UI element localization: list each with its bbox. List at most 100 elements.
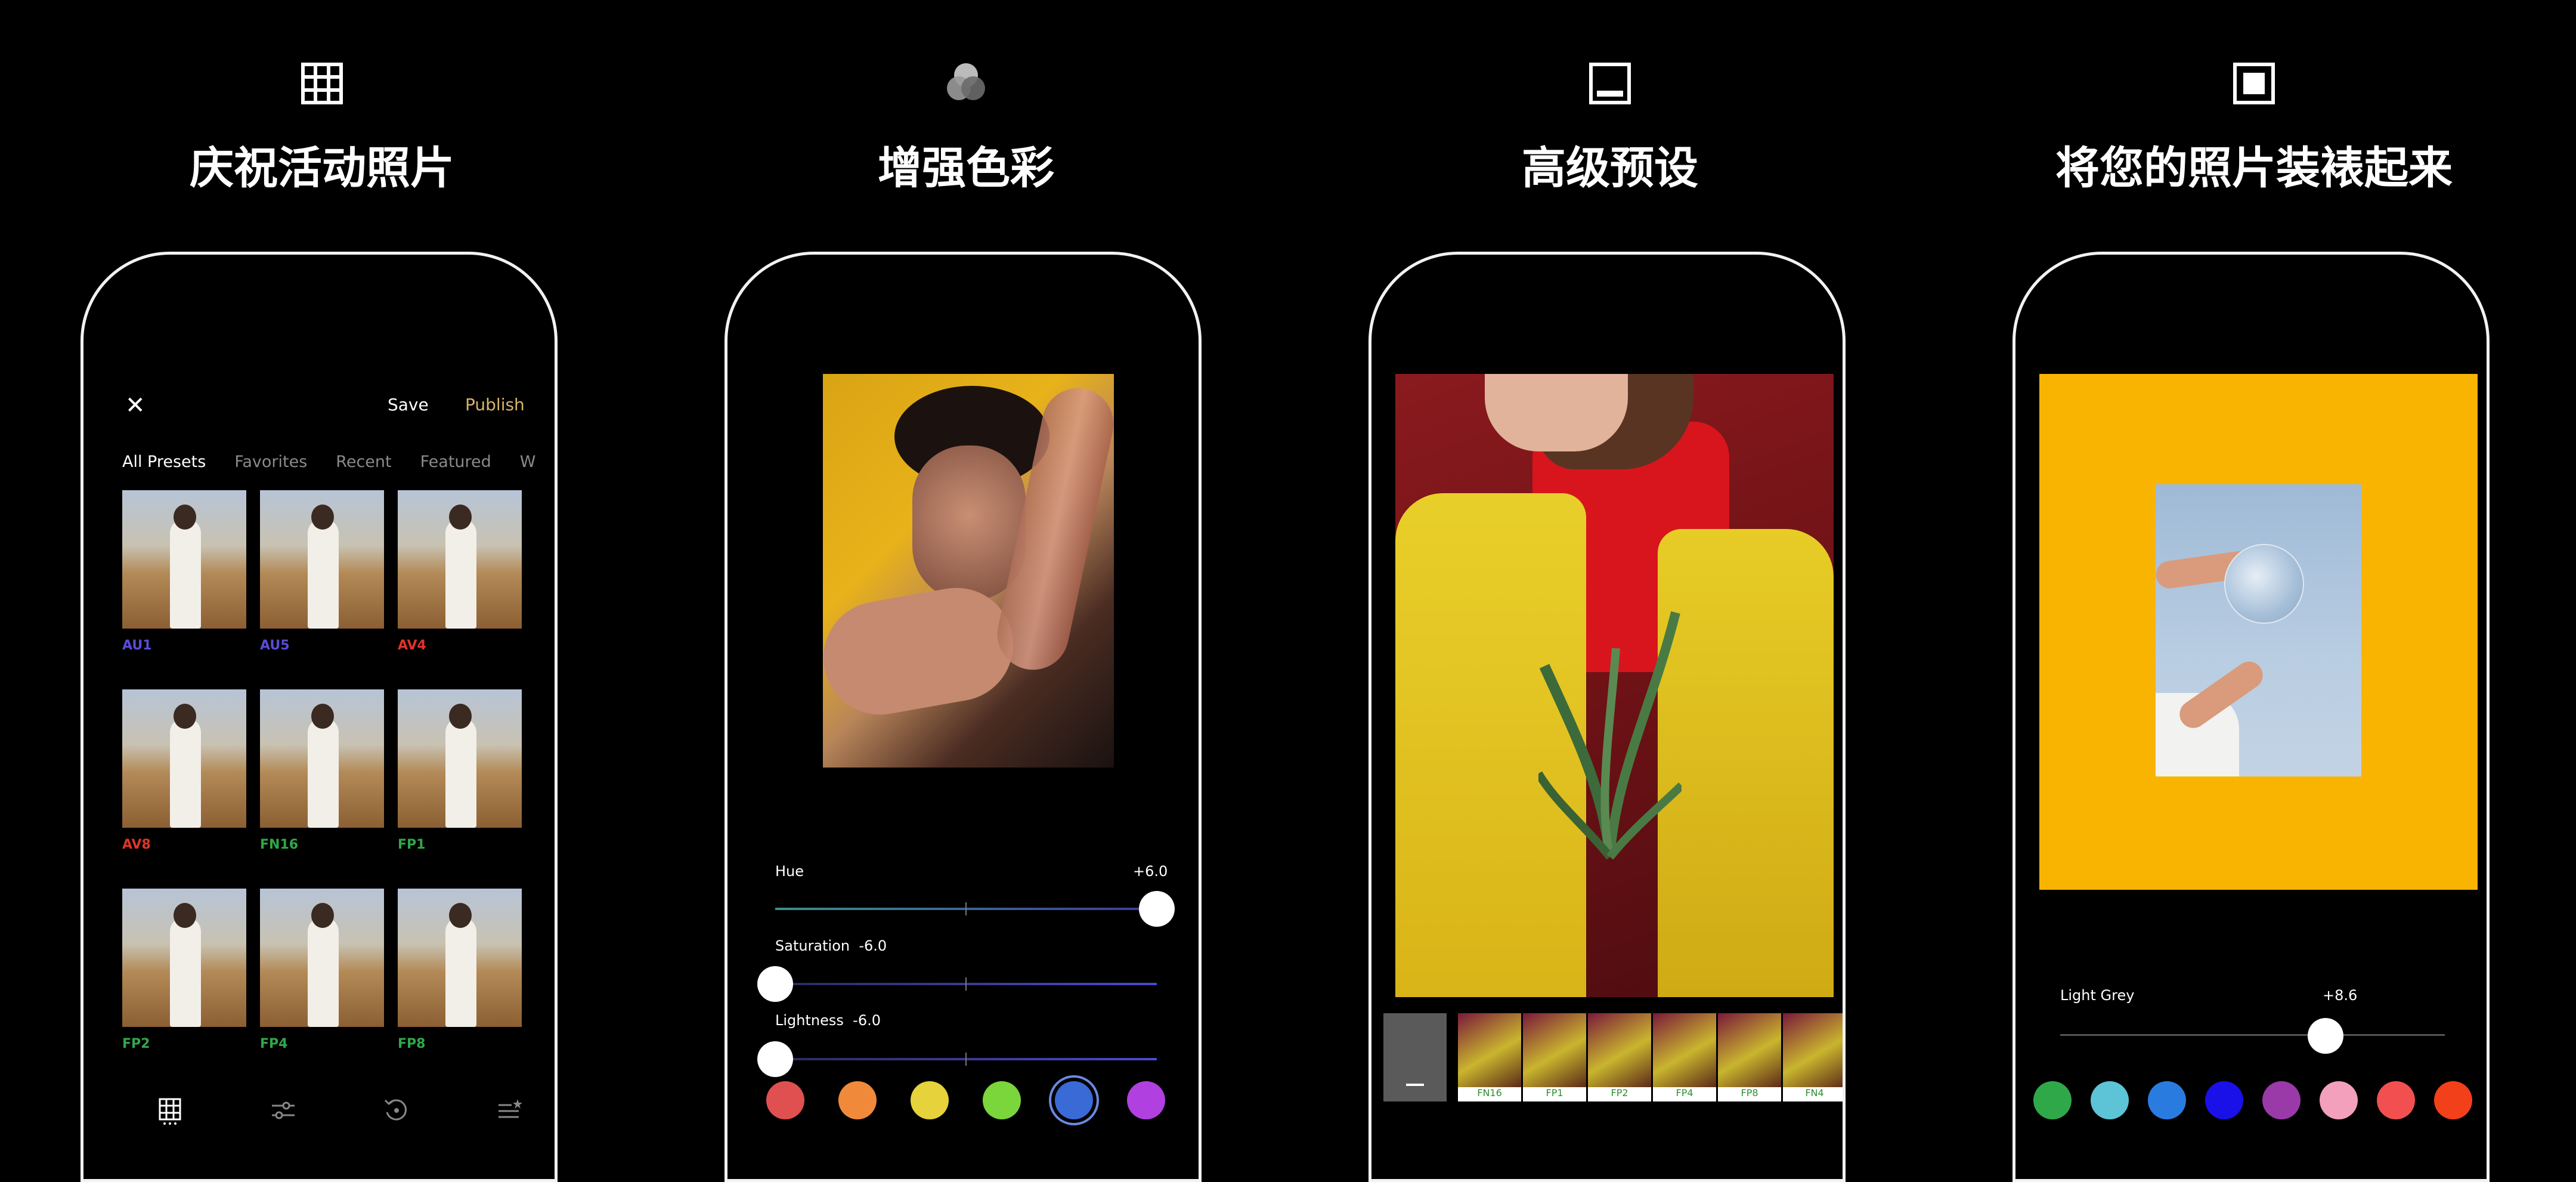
preset-thumbnail bbox=[398, 490, 522, 629]
light-grey-track[interactable] bbox=[2060, 1034, 2445, 1036]
frame-color-swatch[interactable] bbox=[2377, 1081, 2415, 1119]
frame-color-swatch[interactable] bbox=[2148, 1081, 2186, 1119]
color-swatch[interactable] bbox=[766, 1081, 804, 1119]
photo-figure bbox=[170, 917, 201, 1027]
panel-advanced-presets: 高级预设 FN16 FP1 FP2 FP4 FP8 FN4 bbox=[1288, 0, 1932, 1182]
phone-screen-presets: ✕ Save Publish All Presets Favorites Recen… bbox=[80, 252, 558, 1182]
grid-icon[interactable] bbox=[155, 1096, 185, 1125]
filter-preview bbox=[1783, 1013, 1843, 1087]
filter-thumbnail[interactable]: FN4 bbox=[1783, 1013, 1843, 1101]
tab-recent[interactable]: Recent bbox=[336, 453, 391, 471]
photo-head bbox=[311, 505, 334, 530]
fashion-photo bbox=[1395, 374, 1834, 997]
original-thumbnail[interactable] bbox=[1383, 1013, 1447, 1101]
filter-thumbnail[interactable]: FN16 bbox=[1458, 1013, 1521, 1101]
photo-figure bbox=[445, 718, 476, 828]
preset-tile[interactable]: FP4 bbox=[260, 889, 384, 1051]
preset-tile[interactable]: FP8 bbox=[398, 889, 522, 1051]
grid-icon bbox=[301, 63, 343, 104]
preset-tile[interactable]: FP2 bbox=[122, 889, 246, 1051]
preset-tile[interactable]: AU1 bbox=[122, 490, 246, 653]
photo-head bbox=[174, 704, 196, 729]
bottom-nav bbox=[107, 1096, 537, 1131]
preset-name: FN16 bbox=[260, 837, 299, 852]
photo-glass-orb bbox=[2224, 544, 2304, 624]
filter-name: FN16 bbox=[1477, 1087, 1502, 1099]
frame-color-swatch[interactable] bbox=[2434, 1081, 2472, 1119]
lightness-label: Lightness -6.0 bbox=[775, 1012, 881, 1029]
panel-frame-photos: 将您的照片装裱起来 Light Grey +8.6 bbox=[1932, 0, 2576, 1182]
filter-name: FP8 bbox=[1741, 1087, 1758, 1099]
photo-figure bbox=[308, 917, 339, 1027]
hue-label: Hue bbox=[775, 863, 804, 880]
frame-color-swatch[interactable] bbox=[2205, 1081, 2243, 1119]
hue-value: +6.0 bbox=[1133, 863, 1168, 880]
filter-preview bbox=[1718, 1013, 1781, 1087]
photo-head bbox=[311, 903, 334, 928]
panel-title: 将您的照片装裱起来 bbox=[2055, 143, 2453, 194]
close-icon[interactable]: ✕ bbox=[125, 392, 145, 419]
light-grey-label: Light Grey bbox=[2060, 987, 2135, 1004]
saturation-label: Saturation -6.0 bbox=[775, 937, 887, 954]
lightness-slider-knob[interactable] bbox=[757, 1041, 793, 1077]
starred-list-icon[interactable] bbox=[495, 1096, 525, 1125]
preset-thumbnail bbox=[260, 889, 384, 1027]
tab-more[interactable]: W bbox=[520, 453, 536, 471]
frame-color-swatch[interactable] bbox=[2091, 1081, 2129, 1119]
photo-head bbox=[449, 704, 472, 729]
filter-preview bbox=[1523, 1013, 1586, 1087]
photo-jacket-right bbox=[1658, 529, 1834, 997]
phone-screen-presets-apply: FN16 FP1 FP2 FP4 FP8 FN4 bbox=[1368, 252, 1846, 1182]
filter-thumbnail[interactable]: FP8 bbox=[1718, 1013, 1781, 1101]
preset-tile[interactable]: AV8 bbox=[122, 689, 246, 852]
color-swatch[interactable] bbox=[1055, 1081, 1093, 1119]
frame-color-swatch[interactable] bbox=[2320, 1081, 2358, 1119]
preset-thumbnail bbox=[398, 889, 522, 1027]
preset-name: AV4 bbox=[398, 638, 426, 653]
tab-favorites[interactable]: Favorites bbox=[234, 453, 307, 471]
filter-name: FP4 bbox=[1676, 1087, 1693, 1099]
photo-aloe-plant bbox=[1538, 611, 1682, 860]
panel-title: 高级预设 bbox=[1522, 143, 1698, 194]
light-grey-slider-knob[interactable] bbox=[2308, 1018, 2343, 1054]
filter-thumbnail[interactable]: FP1 bbox=[1523, 1013, 1586, 1101]
preset-tile[interactable]: FN16 bbox=[260, 689, 384, 852]
lightness-center-tick bbox=[965, 1053, 967, 1066]
saturation-slider-knob[interactable] bbox=[757, 966, 793, 1002]
tab-all-presets[interactable]: All Presets bbox=[122, 453, 206, 471]
publish-button[interactable]: Publish bbox=[465, 395, 525, 414]
save-button[interactable]: Save bbox=[388, 395, 429, 414]
preset-name: FP2 bbox=[122, 1036, 150, 1051]
frame-color-swatch[interactable] bbox=[2033, 1081, 2072, 1119]
photo-figure bbox=[170, 718, 201, 828]
preset-tile[interactable]: AV4 bbox=[398, 490, 522, 653]
preset-tile[interactable]: FP1 bbox=[398, 689, 522, 852]
tab-featured[interactable]: Featured bbox=[420, 453, 491, 471]
photo-head bbox=[449, 505, 472, 530]
color-swatch[interactable] bbox=[838, 1081, 877, 1119]
color-swatch[interactable] bbox=[983, 1081, 1021, 1119]
preset-name: AV8 bbox=[122, 837, 151, 852]
panel-enhance-color: 增强色彩 Hue +6.0 Saturation -6.0 Lightness … bbox=[644, 0, 1288, 1182]
hue-slider-knob[interactable] bbox=[1139, 891, 1175, 927]
filter-thumbnail[interactable]: FP2 bbox=[1588, 1013, 1651, 1101]
photo-head bbox=[174, 903, 196, 928]
photo-frame bbox=[2039, 374, 2478, 890]
panel-celebrate: 庆祝活动照片 ✕ Save Publish All Presets Favorit… bbox=[0, 0, 644, 1182]
photo-head bbox=[449, 903, 472, 928]
preset-name: AU1 bbox=[122, 638, 152, 653]
filter-thumbnail[interactable]: FP4 bbox=[1653, 1013, 1716, 1101]
filter-preview bbox=[1653, 1013, 1716, 1087]
color-swatch[interactable] bbox=[911, 1081, 949, 1119]
history-icon[interactable] bbox=[382, 1096, 411, 1125]
preset-thumbnail bbox=[398, 689, 522, 828]
color-circles-icon bbox=[947, 63, 985, 100]
preset-thumbnail bbox=[122, 889, 246, 1027]
photo-head bbox=[174, 505, 196, 530]
preset-tile[interactable]: AU5 bbox=[260, 490, 384, 653]
frame-color-swatch[interactable] bbox=[2262, 1081, 2301, 1119]
color-swatch[interactable] bbox=[1127, 1081, 1165, 1119]
sliders-icon[interactable] bbox=[268, 1096, 298, 1125]
filter-strip: FN16 FP1 FP2 FP4 FP8 FN4 bbox=[1383, 1013, 1843, 1101]
preset-thumbnail bbox=[260, 689, 384, 828]
